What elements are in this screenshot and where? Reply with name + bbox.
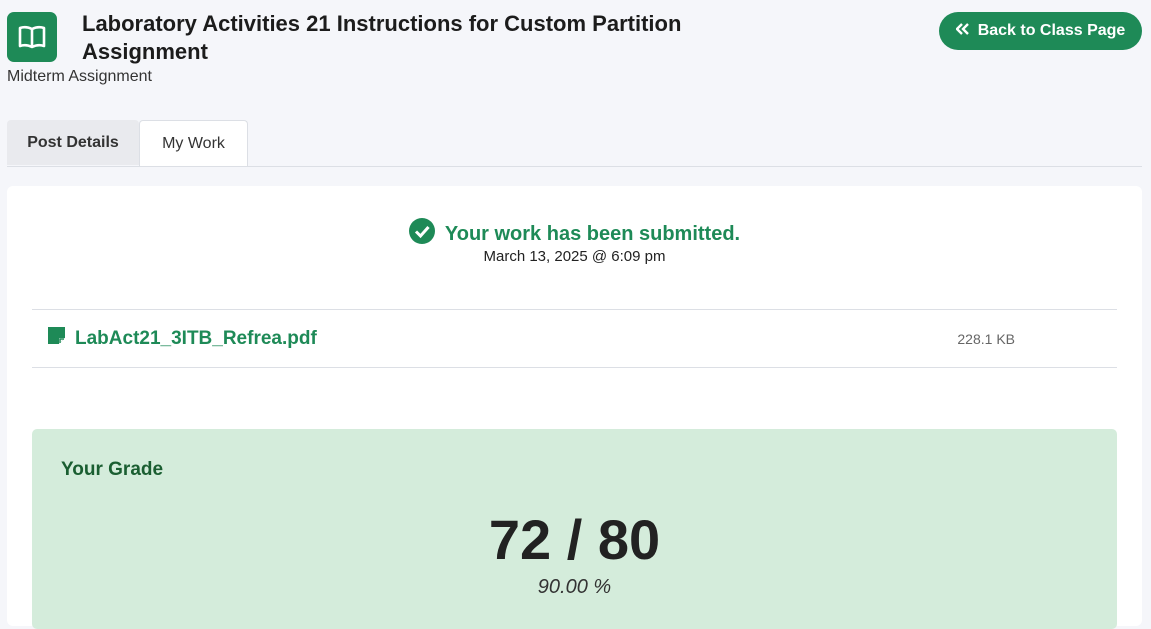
page-subtitle: Midterm Assignment bbox=[7, 68, 152, 85]
file-size: 228.1 KB bbox=[957, 331, 1015, 347]
grade-panel: Your Grade 72 / 80 90.00 % bbox=[32, 429, 1117, 629]
check-circle-icon bbox=[408, 218, 435, 250]
back-to-class-button[interactable]: Back to Class Page bbox=[939, 12, 1142, 50]
file-row: LabAct21_3ITB_Refrea.pdf 228.1 KB bbox=[32, 309, 1117, 368]
page-title: Laboratory Activities 21 Instructions fo… bbox=[82, 11, 682, 64]
file-link[interactable]: LabAct21_3ITB_Refrea.pdf bbox=[47, 326, 317, 351]
book-open-icon bbox=[7, 12, 57, 62]
submission-status-text: Your work has been submitted. bbox=[444, 222, 741, 245]
double-chevron-left-icon bbox=[954, 22, 970, 40]
grade-percent: 90.00 % bbox=[537, 576, 612, 598]
file-name: LabAct21_3ITB_Refrea.pdf bbox=[75, 327, 317, 349]
tab-my-work[interactable]: My Work bbox=[139, 120, 248, 166]
grade-score: 72 / 80 bbox=[488, 508, 661, 571]
grade-label: Your Grade bbox=[61, 459, 164, 480]
tab-post-details[interactable]: Post Details bbox=[7, 120, 139, 165]
tab-bar: Post Details My Work bbox=[7, 120, 1142, 167]
submission-status: Your work has been submitted. bbox=[7, 218, 1142, 250]
my-work-card: Your work has been submitted. March 13, … bbox=[7, 186, 1142, 629]
submission-date: March 13, 2025 @ 6:09 pm bbox=[483, 248, 666, 265]
back-to-class-label: Back to Class Page bbox=[977, 22, 1126, 39]
file-icon bbox=[47, 326, 66, 351]
